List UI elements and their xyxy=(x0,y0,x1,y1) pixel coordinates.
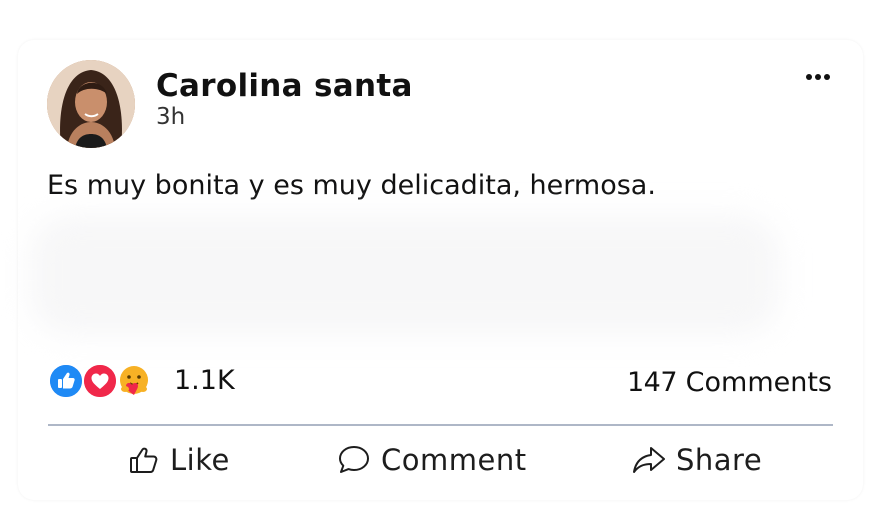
comment-bubble-icon xyxy=(337,444,371,476)
thumbs-up-icon xyxy=(128,444,160,476)
more-dot-icon xyxy=(815,74,821,80)
like-button[interactable]: Like xyxy=(128,438,230,482)
reaction-icons[interactable] xyxy=(48,363,163,399)
share-button[interactable]: Share xyxy=(632,438,762,482)
comments-count-number: 147 xyxy=(627,367,678,398)
reaction-count[interactable]: 1.1K xyxy=(174,365,235,396)
more-dot-icon xyxy=(806,74,812,80)
like-icon xyxy=(48,363,84,399)
author-name[interactable]: Carolina santa xyxy=(156,68,413,104)
love-icon xyxy=(82,363,118,399)
comment-label: Comment xyxy=(381,443,527,477)
comments-count[interactable]: 147 Comments xyxy=(627,367,832,398)
post-timestamp[interactable]: 3h xyxy=(156,104,185,130)
like-label: Like xyxy=(170,443,230,477)
post-text: Es muy bonita y es muy delicadita, hermo… xyxy=(47,170,656,201)
blurred-region xyxy=(30,215,780,335)
more-dot-icon xyxy=(824,74,830,80)
comment-button[interactable]: Comment xyxy=(337,438,527,482)
comments-count-label: Comments xyxy=(685,367,832,398)
share-label: Share xyxy=(676,443,763,477)
care-icon xyxy=(116,363,152,399)
avatar[interactable] xyxy=(47,60,135,148)
share-arrow-icon xyxy=(632,444,666,476)
more-options-button[interactable] xyxy=(800,66,836,88)
divider xyxy=(48,424,833,426)
